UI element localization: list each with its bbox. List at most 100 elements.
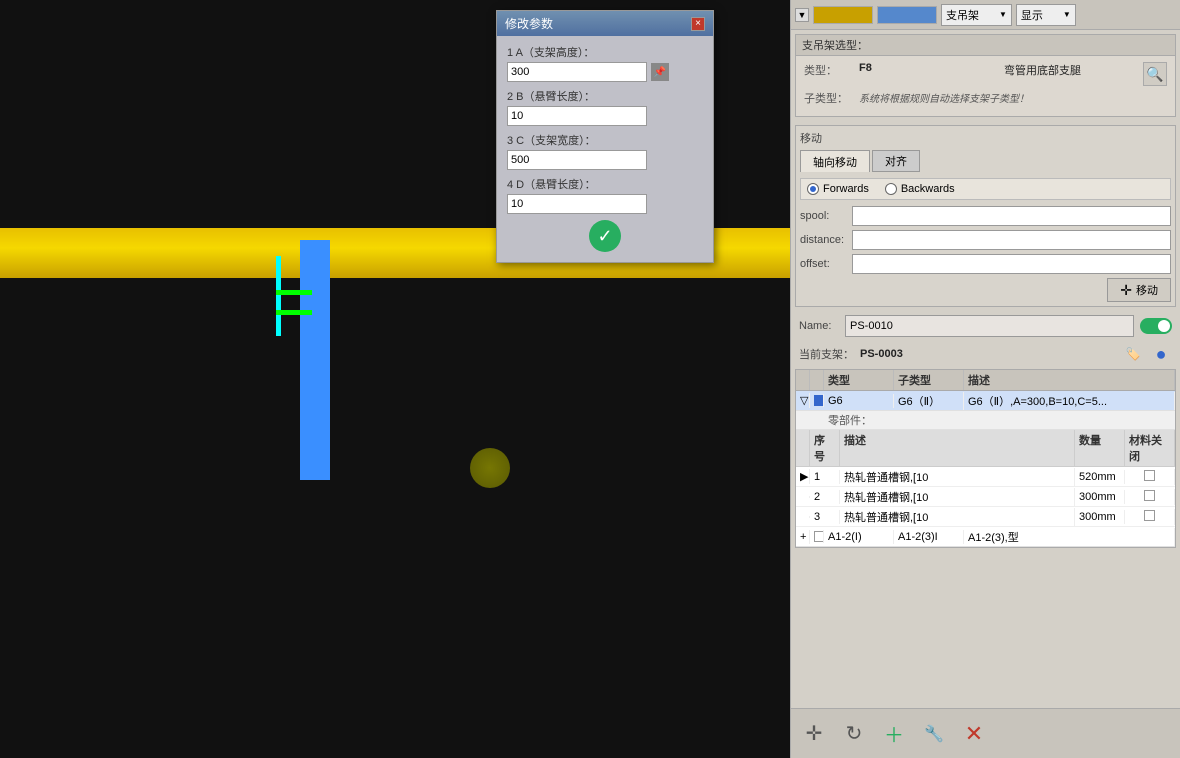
sub-parts-row: 零部件： [796,411,1175,430]
tree-header: 类型 子类型 描述 [796,370,1175,391]
parts-header: 序号 描述 数量 材料关闭 [796,430,1175,467]
move-tabs: 轴向移动 对齐 [800,150,1171,172]
dialog-title-bar: 修改参数 × [497,11,713,36]
radio-forwards[interactable]: Forwards [807,183,869,195]
parts-arrow-1[interactable]: ▶ [796,469,810,484]
field-C: 3 C（支架宽度）： [507,132,703,170]
current-support-label: 当前支架： [799,346,854,362]
parts-row-1[interactable]: ▶ 1 热轧普通槽钢,[10 520mm [796,467,1175,487]
parts-col-desc: 描述 [840,430,1075,466]
refresh-button[interactable]: ↻ [839,719,869,749]
type-row: 类型： F8 弯管用底部支腿 🔍 [804,62,1167,86]
tab-align[interactable]: 对齐 [872,150,920,172]
radio-forwards-circle [807,183,819,195]
dialog-title-text: 修改参数 [505,15,553,32]
parts-desc-3: 热轧普通槽钢,[10 [840,508,1075,526]
parts-qty-3: 300mm [1075,510,1125,524]
display-dropdown-arrow: ▼ [1063,10,1071,19]
parts-check-3[interactable] [1125,509,1175,525]
display-dropdown[interactable]: 显示 ▼ [1016,4,1076,26]
parts-seq-2: 2 [810,490,840,504]
parts-seq-3: 3 [810,510,840,524]
move-execute-button[interactable]: ✛ 移动 [1107,278,1171,302]
field-D-label: 4 D（悬臂长度）： [507,176,703,192]
close-bottom-icon: ✕ [965,721,983,747]
name-input[interactable] [845,315,1134,337]
search-type-button[interactable]: 🔍 [1143,62,1167,86]
bracket-arm-1 [276,290,312,295]
refresh-icon: ↻ [846,721,863,746]
support-selection-title: 支吊架选型： [796,35,1175,56]
dropdown-indicator-1[interactable]: ▼ [795,8,809,22]
radio-backwards-label: Backwards [901,183,955,195]
move-section: 移动 轴向移动 对齐 Forwards Backwards spool: dis… [795,125,1176,307]
name-label: Name: [799,320,839,332]
offset-field-row: offset: [800,254,1171,274]
parts-col-seq: 序号 [810,430,840,466]
tree-check-G6[interactable] [810,394,824,407]
spool-label: spool: [800,210,852,222]
parts-col-arrow [796,430,810,466]
radio-backwards[interactable]: Backwards [885,183,955,195]
parts-qty-2: 300mm [1075,490,1125,504]
parts-row-3[interactable]: 3 热轧普通槽钢,[10 300mm [796,507,1175,527]
current-support-value: PS-0003 [860,348,1116,360]
tree-expand-G6[interactable]: ▽ [796,393,810,408]
name-toggle[interactable] [1140,318,1172,334]
pin-icon-A[interactable]: 📌 [651,63,669,81]
field-A-input[interactable] [507,62,647,82]
tree-table: 类型 子类型 描述 ▽ G6 G6（Ⅱ） G6（Ⅱ）,A=300,B=10,C=… [795,369,1176,548]
tool-button[interactable]: 🔧 [919,719,949,749]
support-dropdown-label: 支吊架 [946,7,979,23]
direction-radio-group: Forwards Backwards [800,178,1171,200]
support-dropdown[interactable]: 支吊架 ▼ [941,4,1012,26]
offset-input[interactable] [852,254,1171,274]
sub-parts-label: 零部件： [828,412,872,428]
tree-expand-A1[interactable]: + [796,530,810,544]
parts-arrow-2 [796,496,810,498]
field-A: 1 A（支架高度）： 📌 [507,44,703,82]
distance-label: distance: [800,234,852,246]
support-selection-section: 支吊架选型： 类型： F8 弯管用底部支腿 🔍 子类型： 系统将根据规则自动选择… [795,34,1176,117]
move-tool-icon: ✛ [806,721,823,746]
current-support-row: 当前支架： PS-0003 🏷️ ● [791,341,1180,369]
tree-row-G6[interactable]: ▽ G6 G6（Ⅱ） G6（Ⅱ）,A=300,B=10,C=5... [796,391,1175,411]
close-bottom-button[interactable]: ✕ [959,719,989,749]
right-panel: ▼ 支吊架 ▼ 显示 ▼ 支吊架选型： 类型： F8 弯管用底部支腿 🔍 子类型… [790,0,1180,758]
dialog-close-button[interactable]: × [691,17,705,31]
tag-icon[interactable]: 🏷️ [1122,343,1144,365]
parts-check-1[interactable] [1125,469,1175,485]
tree-col-subtype: 子类型 [894,370,964,390]
tree-col-expand [796,370,810,390]
tree-row-A1[interactable]: + A1-2(I) A1-2(3)Ι A1-2(3),型 [796,527,1175,547]
tree-check-A1[interactable] [810,530,824,543]
spool-field-row: spool: [800,206,1171,226]
blue-circle-icon[interactable]: ● [1150,343,1172,365]
tree-type-G6: G6 [824,394,894,408]
radio-backwards-circle [885,183,897,195]
field-A-label: 1 A（支架高度）： [507,44,703,60]
parts-col-qty: 数量 [1075,430,1125,466]
field-D: 4 D（悬臂长度）： [507,176,703,214]
spool-input[interactable] [852,206,1171,226]
parts-row-2[interactable]: 2 热轧普通槽钢,[10 300mm [796,487,1175,507]
tab-axis-move[interactable]: 轴向移动 [800,150,870,172]
dialog-ok-button[interactable]: ✓ [589,220,621,252]
field-B-input[interactable] [507,106,647,126]
offset-label: offset: [800,258,852,270]
field-C-input[interactable] [507,150,647,170]
add-button[interactable]: ＋ [879,719,909,749]
move-btn-label: 移动 [1136,282,1158,298]
subtype-row: 子类型： 系统将根据规则自动选择支架子类型！ [804,90,1167,106]
field-D-input[interactable] [507,194,647,214]
distance-field-row: distance: [800,230,1171,250]
support-dropdown-arrow: ▼ [999,10,1007,19]
modify-params-dialog: 修改参数 × 1 A（支架高度）： 📌 2 B（悬臂长度）： 3 C（支架宽度）… [496,10,714,263]
distance-input[interactable] [852,230,1171,250]
parts-check-2[interactable] [1125,489,1175,505]
move-tool-button[interactable]: ✛ [799,719,829,749]
move-title: 移动 [800,130,1171,146]
type-code: F8 [859,62,998,74]
top-toolbar: ▼ 支吊架 ▼ 显示 ▼ [791,0,1180,30]
support-selection-body: 类型： F8 弯管用底部支腿 🔍 子类型： 系统将根据规则自动选择支架子类型！ [796,56,1175,116]
